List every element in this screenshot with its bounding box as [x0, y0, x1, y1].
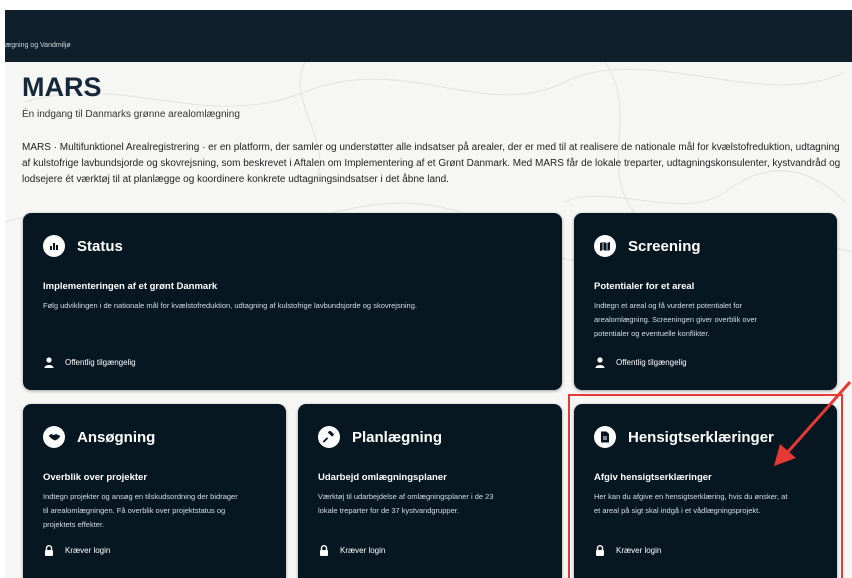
page-description: MARS · Multifunktionel Arealregistrering… [22, 142, 841, 185]
planlaegning-card-access: Kræver login [318, 544, 385, 556]
page-subtitle: Én indgang til Danmarks grønne arealomlæ… [22, 109, 240, 120]
ansogning-card-body: Indtegn projekter og ansøg en tilskudsor… [43, 490, 238, 532]
status-card-title: Status [77, 237, 123, 255]
planlaegning-card-title: Planlægning [352, 428, 442, 446]
ansogning-card-body-line: projektets effekter. [43, 520, 105, 529]
planlaegning-card-subtitle: Udarbejd omlægningsplaner [318, 472, 447, 483]
screening-card-body-line: arealomlægning. Screeningen giver overbl… [594, 315, 758, 324]
handshake-icon [43, 426, 65, 448]
screening-card-body-line: potentialer og eventuelle konflikter. [594, 329, 710, 338]
bar-chart-icon [43, 235, 65, 257]
status-card-body: Følg udviklingen i de nationale mål for … [43, 301, 417, 310]
ansogning-card-body-line: til arealomlægningen. Få overblik over p… [43, 506, 226, 515]
ansogning-card-access: Kræver login [43, 544, 110, 556]
status-card[interactable]: Status Implementeringen af et grønt Danm… [23, 213, 562, 390]
planlaegning-card[interactable]: Planlægning Udarbejd omlægningsplaner Væ… [298, 404, 562, 578]
page-title: MARS [22, 72, 102, 102]
status-card-access: Offentlig tilgængelig [43, 356, 136, 368]
ansogning-card-body-line: Indtegn projekter og ansøg en tilskudsor… [43, 492, 238, 501]
ansogning-card-subtitle: Overblik over projekter [43, 472, 148, 483]
screening-card-footer: Offentlig tilgængelig [616, 357, 687, 367]
map-icon [594, 235, 616, 257]
planlaegning-card-body: Værktøj til udarbejdelse af omlægningspl… [318, 490, 494, 518]
status-card-footer: Offentlig tilgængelig [65, 357, 136, 367]
lock-icon [43, 544, 55, 556]
ansogning-card-title: Ansøgning [77, 428, 156, 446]
planlaegning-card-body-line: Værktøj til udarbejdelse af omlægningspl… [318, 492, 494, 501]
screening-card-access: Offentlig tilgængelig [594, 356, 687, 368]
ansogning-card[interactable]: Ansøgning Overblik over projekter Indteg… [23, 404, 286, 578]
hammer-icon [318, 426, 340, 448]
lock-icon [318, 544, 330, 556]
screening-card-title: Screening [628, 237, 701, 255]
screening-card[interactable]: Screening Potentialer for et areal Indte… [574, 213, 837, 390]
user-icon [594, 356, 606, 368]
user-icon [43, 356, 55, 368]
screening-card-subtitle: Potentialer for et areal [594, 281, 695, 292]
planlaegning-card-body-line: lokale treparter for de 37 kystvandgrupp… [318, 506, 459, 515]
annotation-arrow [774, 381, 852, 466]
screening-card-body-line: Indtegn et areal og få vurderet potentia… [594, 301, 743, 310]
ansogning-card-footer: Kræver login [65, 545, 111, 555]
status-card-subtitle: Implementeringen af et grønt Danmark [43, 281, 218, 292]
breadcrumb[interactable]: ægning og Vandmiljø [5, 42, 71, 49]
screen-top-border [0, 0, 852, 10]
top-navigation-bar: ægning og Vandmiljø [5, 10, 852, 62]
screening-card-body: Indtegn et areal og få vurderet potentia… [594, 299, 757, 341]
planlaegning-card-footer: Kræver login [340, 545, 386, 555]
